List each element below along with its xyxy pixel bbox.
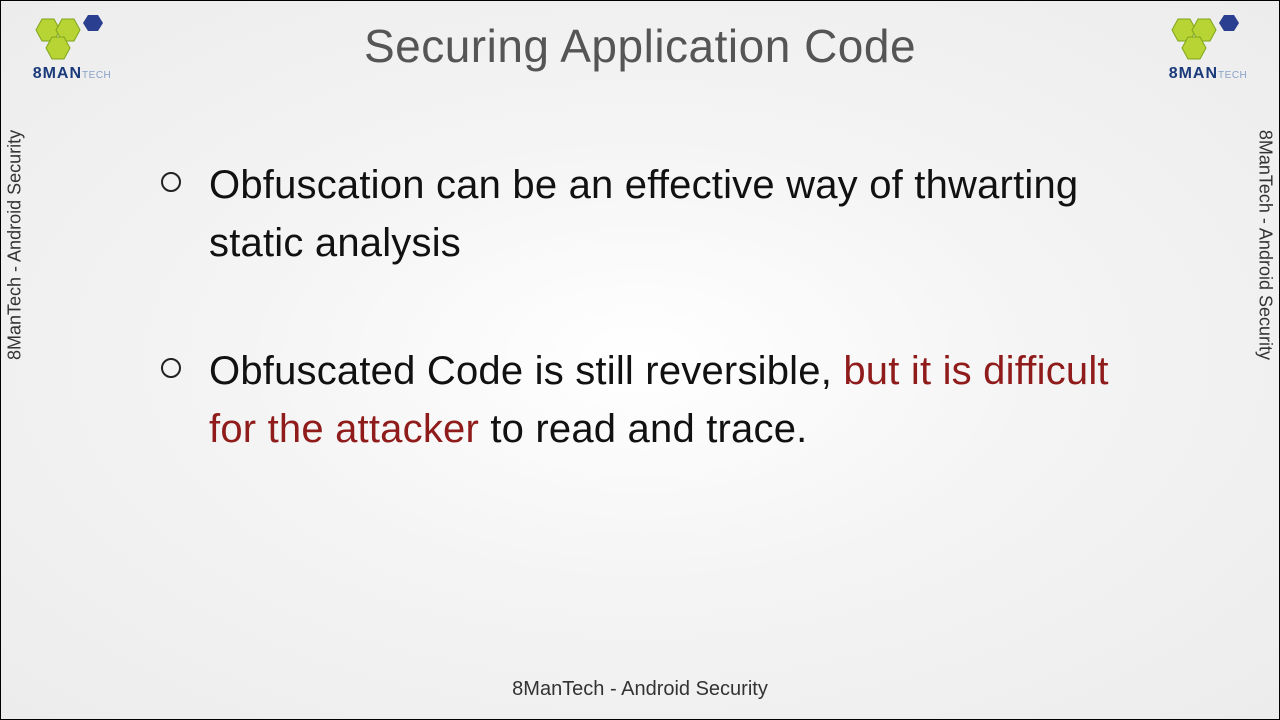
plain-text: Obfuscated Code is still reversible,: [209, 349, 843, 393]
footer-label: 8ManTech - Android Security: [1, 678, 1279, 701]
bullet-item: Obfuscation can be an effective way of t…: [161, 156, 1119, 272]
plain-text: to read and trace.: [479, 407, 807, 451]
brand-logo-right: 8MANTECH: [1153, 13, 1263, 83]
brand-text: 8MANTECH: [1153, 65, 1263, 83]
side-label-right: 8ManTech - Android Security: [1255, 130, 1276, 360]
bullet-list: Obfuscation can be an effective way of t…: [161, 156, 1119, 528]
hex-logo-icon: [1164, 13, 1252, 63]
plain-text: Obfuscation can be an effective way of t…: [209, 163, 1078, 265]
slide: Securing Application Code 8MANTECH 8MANT…: [0, 0, 1280, 720]
brand-logo-left: 8MANTECH: [17, 13, 127, 83]
slide-title: Securing Application Code: [1, 19, 1279, 73]
bullet-text: Obfuscated Code is still reversible, but…: [209, 342, 1119, 458]
bullet-marker-icon: [161, 358, 181, 378]
bullet-item: Obfuscated Code is still reversible, but…: [161, 342, 1119, 458]
hex-logo-icon: [28, 13, 116, 63]
brand-text: 8MANTECH: [17, 65, 127, 83]
bullet-marker-icon: [161, 172, 181, 192]
side-label-left: 8ManTech - Android Security: [5, 130, 26, 360]
bullet-text: Obfuscation can be an effective way of t…: [209, 156, 1119, 272]
